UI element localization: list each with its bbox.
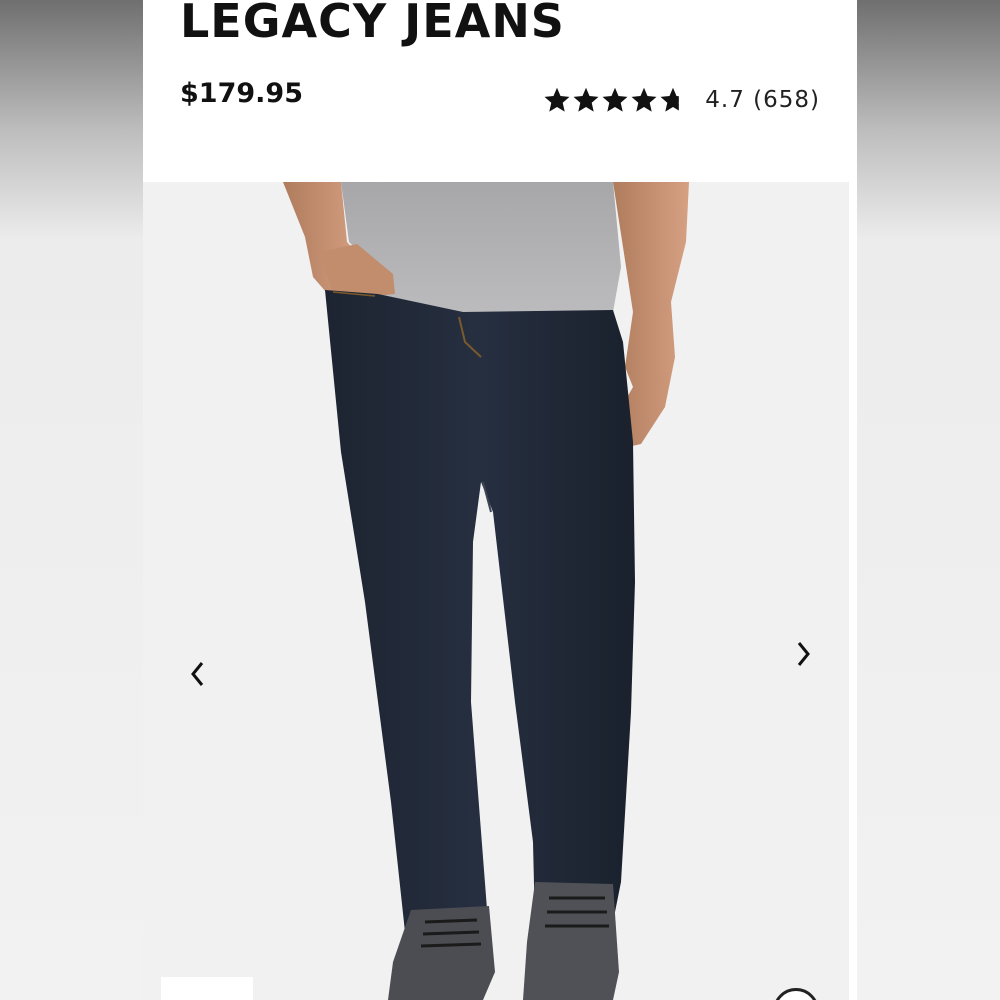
partial-star-icon (660, 87, 686, 112)
background-left (0, 0, 143, 1000)
product-rating[interactable]: 4.7 (658) (543, 86, 820, 114)
star-icon (573, 87, 599, 112)
star-icon (631, 87, 657, 112)
thumbnail[interactable] (161, 977, 253, 1000)
rating-stars (543, 86, 687, 114)
product-price: $179.95 (180, 78, 303, 109)
product-card: LEGACY JEANS $179.95 4.7 (658) (143, 0, 857, 1000)
product-title: LEGACY JEANS (180, 0, 565, 48)
rating-summary: 4.7 (658) (705, 87, 820, 113)
previous-image-button[interactable] (178, 654, 218, 694)
next-image-button[interactable] (783, 634, 823, 674)
background-right (857, 0, 1000, 1000)
chevron-right-icon (797, 642, 810, 666)
product-photo (143, 182, 849, 1000)
star-icon (544, 87, 570, 112)
product-image-gallery[interactable] (143, 182, 849, 1000)
star-icon (602, 87, 628, 112)
chevron-left-icon (191, 662, 204, 686)
